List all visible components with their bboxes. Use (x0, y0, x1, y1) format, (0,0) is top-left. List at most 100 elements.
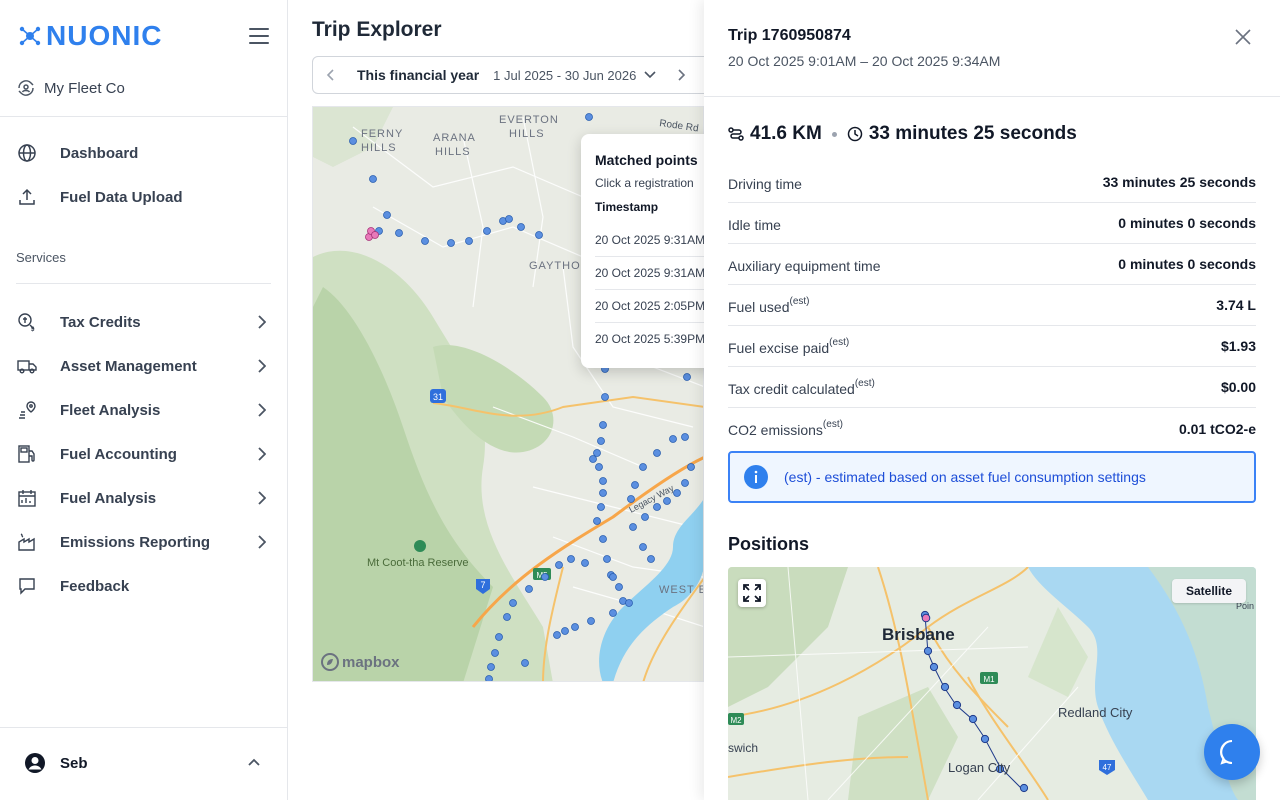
stat-label: Idle time (728, 216, 781, 233)
stat-label: Driving time (728, 175, 802, 192)
popup-row[interactable]: 20 Oct 2025 5:39PM (595, 323, 721, 356)
nav-label: Emissions Reporting (60, 533, 211, 551)
trip-detail-drawer: Trip 1760950874 20 Oct 2025 9:01AM – 20 … (704, 0, 1280, 800)
nav-fleet-analysis[interactable]: Fleet Analysis (16, 392, 272, 428)
org-switcher[interactable]: My Fleet Co (16, 78, 125, 98)
chevron-right-icon (258, 315, 266, 329)
fuel-pump-icon (16, 443, 38, 465)
separator-dot (831, 131, 837, 137)
map-m1-label: M1 (983, 675, 995, 684)
stat-row: Fuel excise paid(est) $1.93 (728, 326, 1256, 367)
stat-value: 3.74 L (1216, 297, 1256, 313)
stat-label: Fuel used(est) (728, 295, 810, 315)
nav-label: Fuel Analysis (60, 489, 157, 507)
page-title: Trip Explorer (312, 18, 442, 41)
chevron-right-icon (258, 447, 266, 461)
nav-tax-credits[interactable]: $ Tax Credits (16, 304, 272, 340)
clock-icon (847, 126, 863, 142)
date-range-label: This financial year (357, 67, 480, 83)
nav-emissions-reporting[interactable]: Emissions Reporting (16, 524, 272, 560)
matched-points-popup[interactable]: Matched points Click a registration Time… (581, 134, 721, 368)
chevron-down-icon[interactable] (644, 71, 656, 79)
mapbox-attribution[interactable]: mapbox (321, 653, 400, 671)
menu-toggle-icon[interactable] (249, 28, 269, 44)
globe-icon (16, 142, 38, 164)
close-icon[interactable] (1235, 29, 1251, 45)
org-name: My Fleet Co (44, 79, 125, 97)
estimate-info-banner: (est) - estimated based on asset fuel co… (728, 451, 1256, 503)
nav-label: Fleet Analysis (60, 401, 161, 419)
expand-icon (743, 584, 761, 602)
range-end: 30 Jun 2026 (564, 67, 637, 83)
stat-row: CO2 emissions(est) 0.01 tCO2-e (728, 408, 1256, 449)
map-47-label: 47 (1103, 763, 1112, 772)
svg-text:$: $ (31, 327, 35, 332)
stat-value: 0 minutes 0 seconds (1118, 256, 1256, 272)
user-menu[interactable]: Seb (24, 752, 88, 774)
map-label-brisbane: Brisbane (882, 625, 955, 644)
support-chat-button[interactable] (1204, 724, 1260, 780)
prev-period-button[interactable] (313, 69, 347, 81)
popup-row[interactable]: 20 Oct 2025 2:05PM (595, 290, 721, 323)
label-west-end: WEST E (659, 584, 704, 596)
sidebar-bottom-divider (0, 727, 287, 728)
chevron-right-icon (258, 491, 266, 505)
route-pin-icon (16, 399, 38, 421)
popup-row[interactable]: 20 Oct 2025 9:31AM (595, 257, 721, 290)
range-sep: - (556, 67, 562, 83)
label-gaythorne: GAYTHO (529, 260, 581, 272)
nav-fuel-analysis[interactable]: Fuel Analysis (16, 480, 272, 516)
org-refresh-icon (18, 80, 34, 96)
satellite-toggle-button[interactable]: Satellite (1172, 579, 1247, 603)
stat-row: Fuel used(est) 3.74 L (728, 285, 1256, 326)
chat-icon (1220, 740, 1233, 765)
trip-summary: 41.6 KM 33 minutes 25 seconds (728, 123, 1077, 145)
chevron-right-icon[interactable] (678, 69, 686, 81)
nav-asset-management[interactable]: Asset Management (16, 348, 272, 384)
stat-label: Tax credit calculated(est) (728, 377, 875, 397)
stat-row: Idle time 0 minutes 0 seconds (728, 203, 1256, 244)
chevron-right-icon (258, 359, 266, 373)
date-range-picker[interactable]: This financial year 1 Jul 2025 - 30 Jun … (312, 56, 732, 94)
upload-icon (16, 186, 38, 208)
trip-distance: 41.6 KM (750, 123, 822, 144)
label-ferny-hills-1: FERNY (361, 128, 403, 140)
info-icon (744, 465, 768, 489)
nav-fuel-data-upload[interactable]: Fuel Data Upload (16, 179, 272, 215)
nav-feedback[interactable]: Feedback (16, 568, 272, 604)
popup-rows: 20 Oct 2025 9:31AM 20 Oct 2025 9:31AM 20… (595, 224, 721, 356)
popup-title: Matched points (595, 152, 698, 168)
main-content: Trip Explorer This financial year 1 Jul … (288, 0, 732, 800)
stat-label: CO2 emissions(est) (728, 419, 843, 438)
nav-label: Fuel Accounting (60, 445, 177, 463)
fullscreen-button[interactable] (738, 579, 766, 607)
route-7-label: 7 (480, 580, 485, 590)
date-range-values: 1 Jul 2025 - 30 Jun 2026 (493, 68, 636, 83)
chat-bubble-icon (16, 575, 38, 597)
nav-label: Fuel Data Upload (60, 188, 183, 206)
chevron-up-icon[interactable] (248, 758, 260, 766)
popup-column-header: Timestamp (595, 200, 659, 214)
brand-logo[interactable]: NUONIC (18, 20, 162, 52)
nuonic-logo-icon (19, 26, 41, 46)
brand-name: NUONIC (46, 20, 163, 51)
mapbox-logo-icon (321, 653, 339, 671)
nav-dashboard[interactable]: Dashboard (16, 135, 272, 171)
nav-fuel-accounting[interactable]: Fuel Accounting (16, 436, 272, 472)
stat-value: 33 minutes 25 seconds (1102, 174, 1256, 190)
nav-label: Tax Credits (60, 313, 141, 331)
positions-heading: Positions (728, 534, 810, 554)
drawer-header: Trip 1760950874 20 Oct 2025 9:01AM – 20 … (704, 0, 1280, 97)
chevron-left-icon (326, 69, 334, 81)
nav-label: Asset Management (60, 357, 197, 375)
positions-map[interactable]: M1 M2 47 Brisbane Redland City Logan Cit… (728, 567, 1256, 800)
popup-row[interactable]: 20 Oct 2025 9:31AM (595, 224, 721, 257)
tax-credit-icon: $ (16, 311, 38, 333)
trip-duration: 33 minutes 25 seconds (868, 123, 1077, 144)
chevron-right-icon (258, 403, 266, 417)
user-name: Seb (60, 754, 88, 772)
trip-title: Trip 1760950874 (728, 27, 851, 44)
label-arana-2: HILLS (435, 146, 471, 158)
services-section-label: Services (16, 250, 66, 265)
stat-value: 0 minutes 0 seconds (1118, 215, 1256, 231)
